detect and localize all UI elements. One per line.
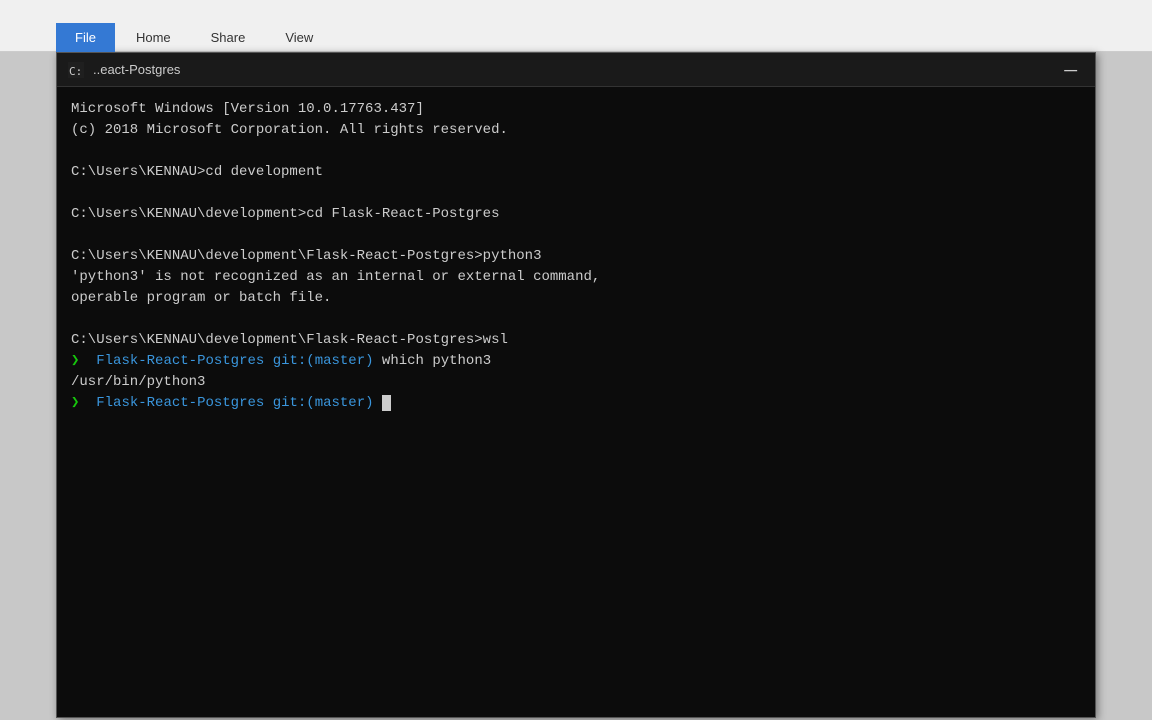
line-14: /usr/bin/python3	[71, 372, 1081, 393]
line-13-wsl: ❯ Flask-React-Postgres git:(master) whic…	[71, 351, 1081, 372]
line-5-empty	[71, 183, 1081, 204]
line-8: C:\Users\KENNAU\development\Flask-React-…	[71, 246, 1081, 267]
svg-text:C:: C:	[69, 65, 82, 78]
line-7-empty	[71, 225, 1081, 246]
line-1: Microsoft Windows [Version 10.0.17763.43…	[71, 99, 1081, 120]
line-9: 'python3' is not recognized as an intern…	[71, 267, 1081, 288]
tab-share[interactable]: Share	[192, 23, 265, 52]
tab-view[interactable]: View	[266, 23, 332, 52]
tab-file[interactable]: File	[56, 23, 115, 52]
line-11-empty	[71, 309, 1081, 330]
line-3-empty	[71, 141, 1081, 162]
line-12: C:\Users\KENNAU\development\Flask-React-…	[71, 330, 1081, 351]
terminal-body[interactable]: Microsoft Windows [Version 10.0.17763.43…	[57, 87, 1095, 717]
minimize-button[interactable]: ─	[1056, 61, 1085, 79]
terminal-icon: C:	[67, 61, 85, 79]
terminal-title: ..eact-Postgres	[93, 62, 1056, 77]
terminal-window: C: ..eact-Postgres ─ Microsoft Windows […	[56, 52, 1096, 718]
line-6: C:\Users\KENNAU\development>cd Flask-Rea…	[71, 204, 1081, 225]
terminal-titlebar: C: ..eact-Postgres ─	[57, 53, 1095, 87]
line-2: (c) 2018 Microsoft Corporation. All righ…	[71, 120, 1081, 141]
line-4: C:\Users\KENNAU>cd development	[71, 162, 1081, 183]
ribbon: File Home Share View	[0, 0, 1152, 52]
line-15-prompt: ❯ Flask-React-Postgres git:(master)	[71, 393, 1081, 414]
line-10: operable program or batch file.	[71, 288, 1081, 309]
tab-home[interactable]: Home	[117, 23, 190, 52]
